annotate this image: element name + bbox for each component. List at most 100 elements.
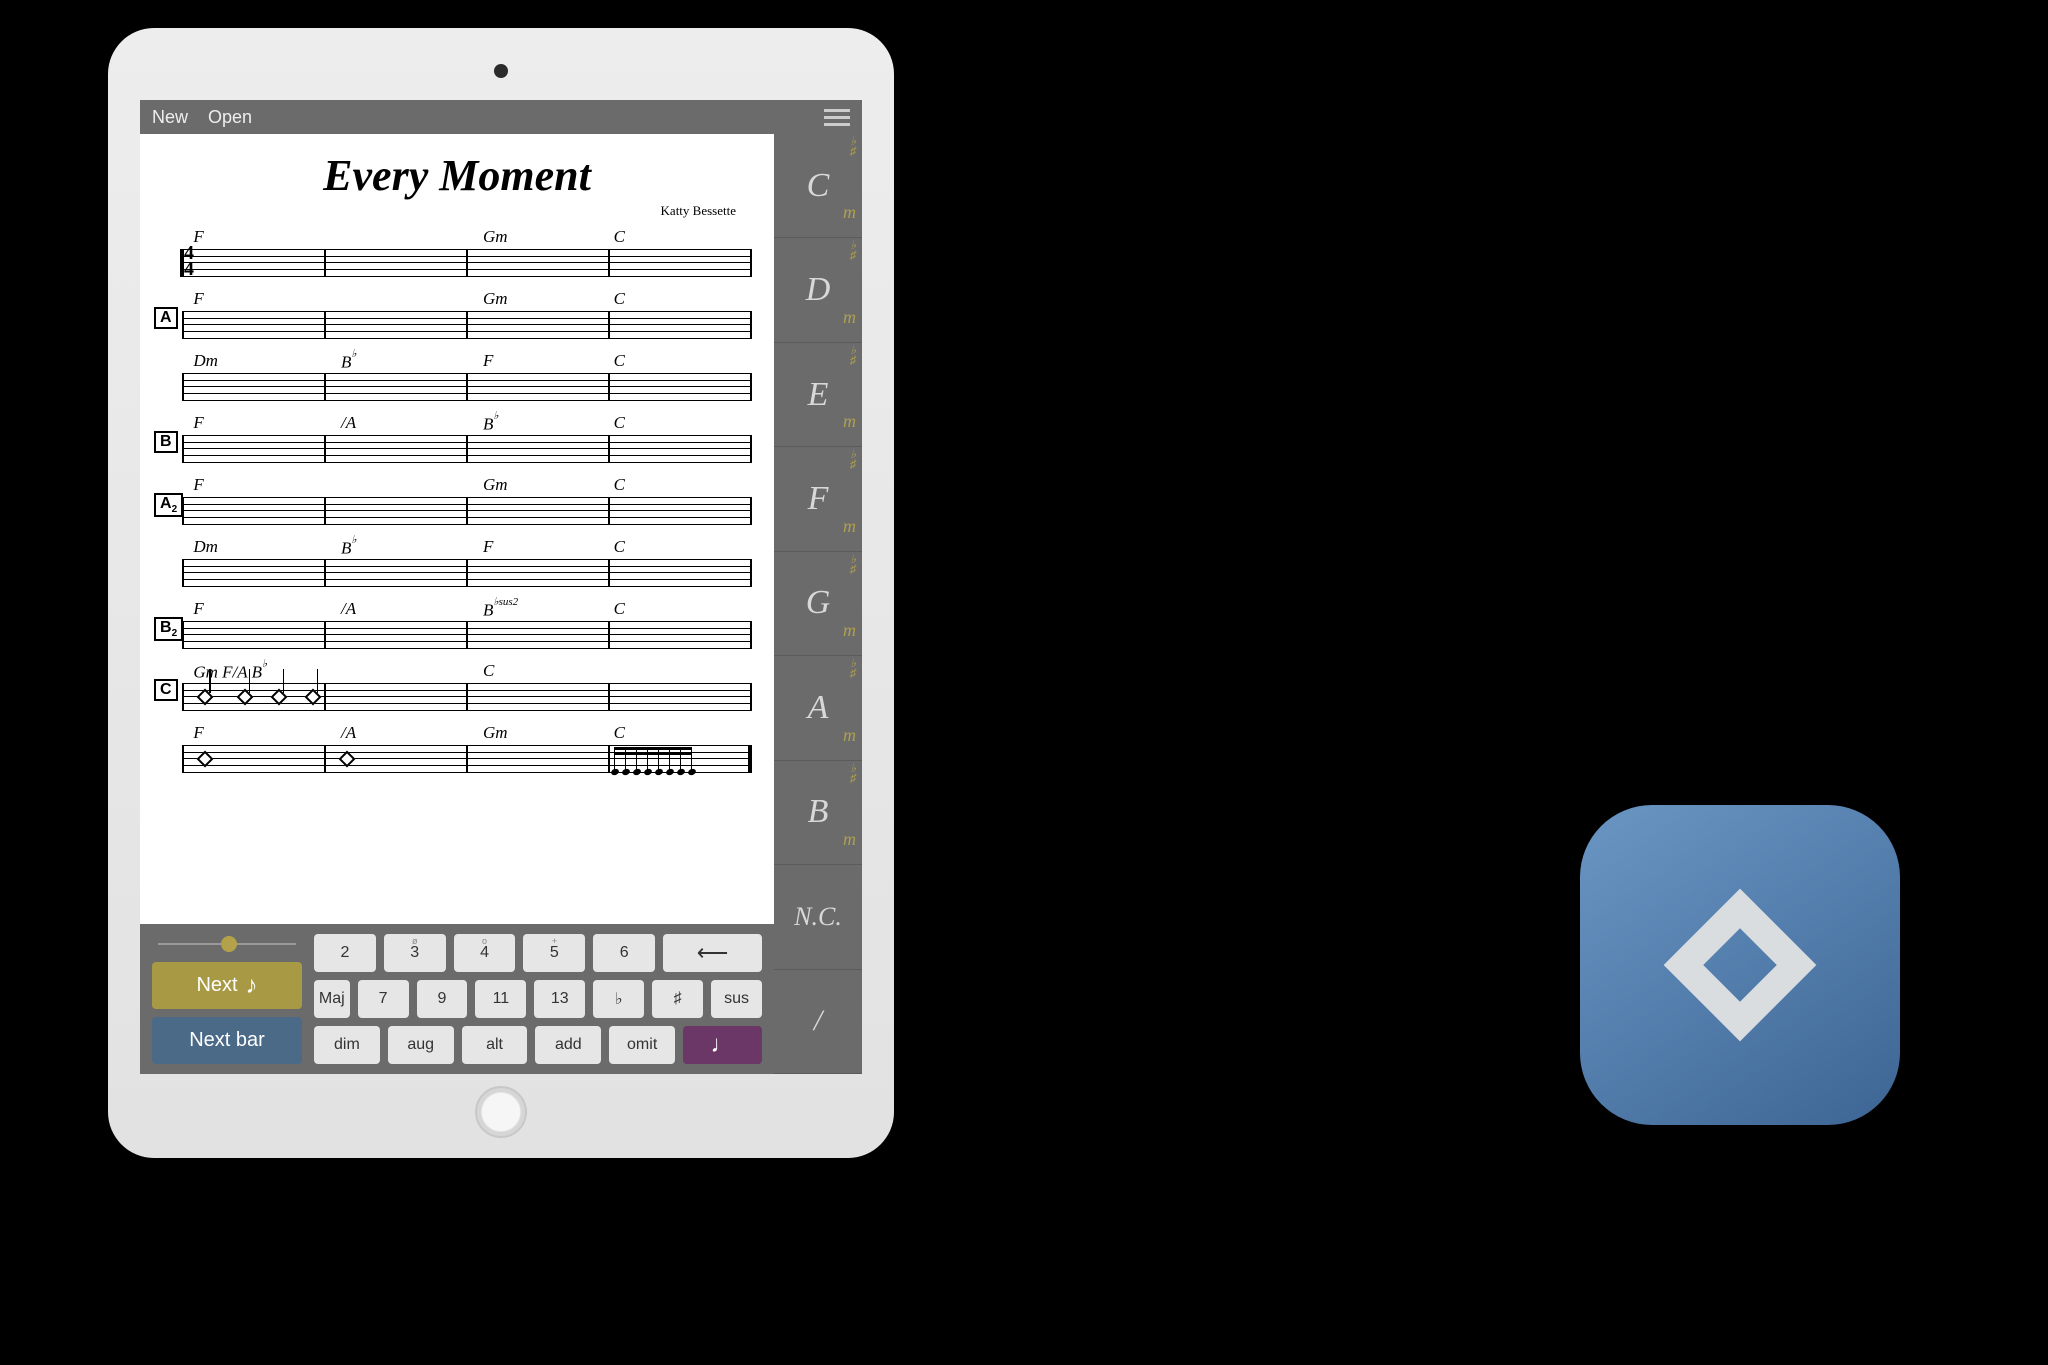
app-screen: New Open Every Moment Katty Bessette F Gm… <box>140 100 862 1074</box>
key-omit[interactable]: omit <box>609 1026 675 1064</box>
key-aug[interactable]: aug <box>388 1026 454 1064</box>
chord-label: C <box>614 723 625 743</box>
accidental-label[interactable]: ♭♯ <box>850 136 856 156</box>
chord-label: B♭ <box>341 351 357 373</box>
chord-label: F <box>483 351 493 371</box>
new-button[interactable]: New <box>152 107 188 128</box>
accidental-label[interactable]: ♭♯ <box>850 449 856 469</box>
key-maj[interactable]: Maj <box>314 980 350 1018</box>
chord-label: Gm F/A B♭ <box>193 661 267 683</box>
chord-label: /A <box>341 723 356 743</box>
root-c-button[interactable]: C♭♯m <box>774 134 862 238</box>
chord-label: F <box>193 599 203 619</box>
staff-row[interactable]: DmB♭FC <box>158 349 756 403</box>
ipad-home-button[interactable] <box>475 1086 527 1138</box>
ipad-frame: New Open Every Moment Katty Bessette F Gm… <box>108 28 894 1158</box>
minor-label[interactable]: m <box>843 516 856 537</box>
key-7[interactable]: 7 <box>358 980 409 1018</box>
tempo-slider[interactable] <box>152 934 302 954</box>
key-4[interactable]: 4o <box>454 934 516 972</box>
key-add[interactable]: add <box>535 1026 601 1064</box>
chord-label: C <box>614 351 625 371</box>
minor-label[interactable]: m <box>843 829 856 850</box>
key-13[interactable]: 13 <box>534 980 585 1018</box>
key-11[interactable]: 11 <box>475 980 526 1018</box>
section-label: C <box>154 679 178 701</box>
root-a-button[interactable]: A♭♯m <box>774 656 862 760</box>
slash-chord-button[interactable]: / <box>774 970 862 1074</box>
chord-label: C <box>483 661 494 681</box>
chord-label: /A <box>341 599 356 619</box>
chord-label: C <box>614 475 625 495</box>
eighth-note-icon: ♪ <box>246 972 258 1000</box>
key-dim[interactable]: dim <box>314 1026 380 1064</box>
chord-label: Gm <box>483 227 508 247</box>
chord-label: F <box>193 413 203 433</box>
minor-label[interactable]: m <box>843 411 856 432</box>
accidental-label[interactable]: ♭♯ <box>850 658 856 678</box>
menu-icon[interactable] <box>824 109 850 126</box>
chord-label: B♭ <box>341 537 357 559</box>
open-button[interactable]: Open <box>208 107 252 128</box>
key-♯[interactable]: ♯ <box>652 980 703 1018</box>
root-f-button[interactable]: F♭♯m <box>774 447 862 551</box>
root-b-button[interactable]: B♭♯m <box>774 761 862 865</box>
minor-label[interactable]: m <box>843 620 856 641</box>
staff-row[interactable]: A2FGmC <box>158 473 756 527</box>
staff-row[interactable]: FGmC44 <box>158 225 756 279</box>
key-6[interactable]: 6 <box>593 934 655 972</box>
key-sus[interactable]: sus <box>711 980 762 1018</box>
minor-label[interactable]: m <box>843 725 856 746</box>
next-button[interactable]: Next♪ <box>152 962 302 1009</box>
staff-row[interactable]: DmB♭FC <box>158 535 756 589</box>
section-label: B <box>154 431 178 453</box>
song-title: Every Moment <box>158 150 756 201</box>
chord-label: Gm <box>483 723 508 743</box>
minor-label[interactable]: m <box>843 307 856 328</box>
chord-label: B♭ <box>483 413 499 435</box>
chord-label: C <box>614 537 625 557</box>
key-5[interactable]: 5+ <box>523 934 585 972</box>
section-label: A <box>154 307 178 329</box>
key-2[interactable]: 2 <box>314 934 376 972</box>
song-byline: Katty Bessette <box>158 203 756 219</box>
section-label: B2 <box>154 617 183 641</box>
root-e-button[interactable]: E♭♯m <box>774 343 862 447</box>
chord-label: F <box>193 289 203 309</box>
key-♭[interactable]: ♭ <box>593 980 644 1018</box>
staff-row[interactable]: F/AGmC <box>158 721 756 775</box>
key-3[interactable]: 3ø <box>384 934 446 972</box>
chord-label: C <box>614 413 625 433</box>
staff-row[interactable]: BF/AB♭C <box>158 411 756 465</box>
app-icon <box>1580 805 1900 1125</box>
key-9[interactable]: 9 <box>417 980 468 1018</box>
sheet-area[interactable]: Every Moment Katty Bessette FGmC44AFGmCD… <box>140 134 774 924</box>
no-chord-button[interactable]: N.C. <box>774 865 862 969</box>
backspace-key[interactable]: ⟵ <box>663 934 762 972</box>
chord-label: C <box>614 289 625 309</box>
chord-label: Gm <box>483 289 508 309</box>
chord-root-sidebar: C♭♯mD♭♯mE♭♯mF♭♯mG♭♯mA♭♯mB♭♯mN.C./ <box>774 134 862 1074</box>
staff-row[interactable]: CGm F/A B♭C <box>158 659 756 713</box>
accidental-label[interactable]: ♭♯ <box>850 345 856 365</box>
diamond-icon <box>1640 865 1840 1065</box>
root-d-button[interactable]: D♭♯m <box>774 238 862 342</box>
root-g-button[interactable]: G♭♯m <box>774 552 862 656</box>
rhythm-key[interactable]: ♩ <box>683 1026 762 1064</box>
topbar: New Open <box>140 100 862 134</box>
staff-row[interactable]: AFGmC <box>158 287 756 341</box>
minor-label[interactable]: m <box>843 202 856 223</box>
chord-label: C <box>614 599 625 619</box>
chord-keyboard: Next♪ Next bar 23ø4o5+6⟵ Maj791113♭♯sus … <box>140 924 774 1074</box>
key-alt[interactable]: alt <box>462 1026 528 1064</box>
next-bar-button[interactable]: Next bar <box>152 1017 302 1064</box>
ipad-camera <box>494 64 508 78</box>
chord-label: Gm <box>483 475 508 495</box>
accidental-label[interactable]: ♭♯ <box>850 554 856 574</box>
accidental-label[interactable]: ♭♯ <box>850 240 856 260</box>
chord-label: C <box>614 227 625 247</box>
time-signature: 44 <box>184 245 194 277</box>
accidental-label[interactable]: ♭♯ <box>850 763 856 783</box>
section-label: A2 <box>154 493 183 517</box>
staff-row[interactable]: B2F/AB♭sus2C <box>158 597 756 651</box>
